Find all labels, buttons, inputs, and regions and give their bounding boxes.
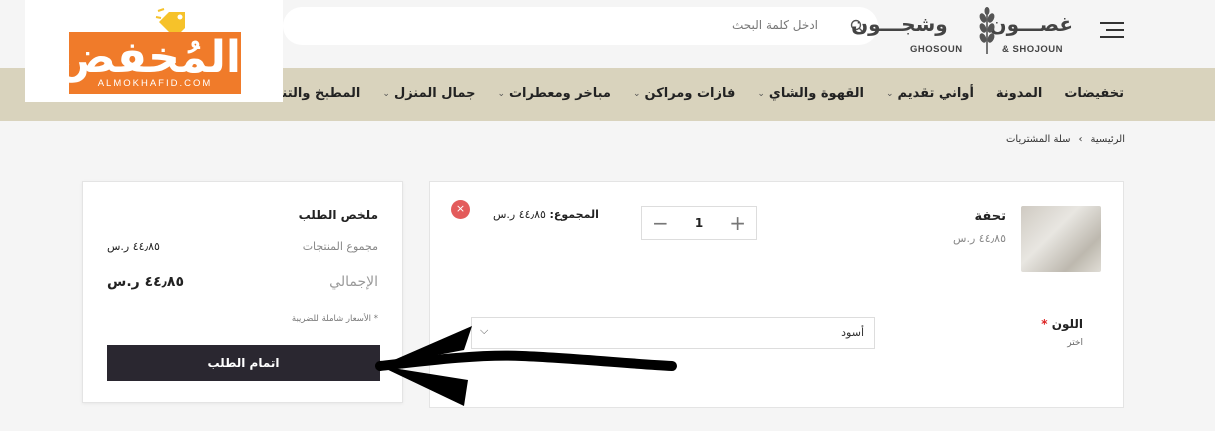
nav-item-label: تخفيضات bbox=[1064, 86, 1124, 101]
watermark-name: المُخفض bbox=[56, 32, 241, 83]
product-price: ٤٤٫٨٥ ر.س bbox=[953, 232, 1006, 245]
quantity-stepper[interactable]: − 1 + bbox=[641, 206, 757, 240]
search-placeholder: ادخل كلمة البحث bbox=[731, 18, 818, 32]
nav-item-6[interactable]: جمال المنزل ⌄ bbox=[382, 86, 475, 101]
order-summary: ملخص الطلب مجموع المنتجات ٤٤٫٨٥ ر.س الإج… bbox=[82, 181, 403, 403]
line-total-value: ٤٤٫٨٥ ر.س bbox=[493, 208, 546, 221]
total-value: ٤٤٫٨٥ ر.س bbox=[107, 274, 184, 290]
product-name[interactable]: تحفة bbox=[975, 209, 1007, 224]
subtotal-value: ٤٤٫٨٥ ر.س bbox=[107, 240, 160, 253]
nav-item-label: المدونة bbox=[995, 86, 1043, 101]
almokhafid-watermark-logo: المُخفض ALMOKHAFID.COM bbox=[25, 0, 283, 102]
chevron-down-icon: ⌄ bbox=[885, 88, 894, 99]
total-label: الإجمالي bbox=[329, 274, 378, 290]
watermark-tag: المُخفض ALMOKHAFID.COM bbox=[56, 32, 241, 94]
nav-item-label: أواني تقديم bbox=[897, 86, 974, 101]
subtotal-label: مجموع المنتجات bbox=[302, 240, 378, 253]
nav-item-2[interactable]: أواني تقديم ⌄ bbox=[886, 86, 974, 101]
chevron-down-icon: ⌄ bbox=[497, 88, 505, 99]
chevron-down-icon: ⌄ bbox=[382, 88, 390, 99]
brand-name-en-right: & SHOJOUN bbox=[1002, 44, 1063, 55]
chevron-down-icon: ⌄ bbox=[757, 88, 765, 99]
brand-name-en-left: GHOSOUN bbox=[910, 44, 963, 55]
nav-item-4[interactable]: فازات ومراكن ⌄ bbox=[633, 86, 735, 101]
summary-title: ملخص الطلب bbox=[298, 208, 378, 222]
breadcrumb-current: سلة المشتريات bbox=[1006, 134, 1071, 145]
nav-item-label: فازات ومراكن bbox=[644, 86, 736, 101]
color-option-label: اللون * bbox=[1041, 317, 1083, 331]
nav-item-label: مباخر ومعطرات bbox=[508, 86, 611, 101]
nav-item-3[interactable]: القهوة والشاي ⌄ bbox=[757, 86, 864, 101]
annotation-arrow bbox=[375, 326, 677, 406]
required-mark: * bbox=[1041, 317, 1048, 331]
increase-quantity-button[interactable]: + bbox=[729, 213, 746, 233]
checkout-button[interactable]: اتمام الطلب bbox=[107, 345, 380, 381]
nav-item-1[interactable]: المدونة bbox=[996, 86, 1042, 101]
color-option-sublabel: اختر bbox=[1067, 338, 1083, 348]
line-total-label: المجموع: bbox=[549, 208, 599, 221]
hamburger-menu-icon[interactable] bbox=[1100, 22, 1124, 38]
color-select-value: أسود bbox=[841, 326, 864, 339]
product-thumbnail[interactable] bbox=[1021, 206, 1101, 272]
brand-logo[interactable]: غصـــون وشجـــون GHOSOUN & SHOJOUN bbox=[851, 6, 1073, 58]
breadcrumb-separator: › bbox=[1078, 134, 1083, 145]
remove-item-button[interactable]: × bbox=[451, 200, 470, 219]
nav-item-label: جمال المنزل bbox=[393, 86, 476, 101]
breadcrumb-home[interactable]: الرئيسية bbox=[1091, 134, 1125, 145]
nav-item-5[interactable]: مباخر ومعطرات ⌄ bbox=[497, 86, 611, 101]
chevron-down-icon: ⌄ bbox=[632, 88, 641, 99]
breadcrumb: الرئيسية › سلة المشتريات bbox=[1006, 134, 1125, 145]
nav-item-0[interactable]: تخفيضات bbox=[1064, 86, 1124, 101]
wheat-icon bbox=[979, 7, 995, 54]
nav-item-label: القهوة والشاي bbox=[768, 86, 864, 101]
watermark-domain: ALMOKHAFID.COM bbox=[97, 78, 213, 89]
color-label-text: اللون bbox=[1051, 317, 1083, 331]
quantity-value[interactable]: 1 bbox=[695, 216, 703, 230]
search-input[interactable]: ادخل كلمة البحث bbox=[283, 7, 878, 45]
line-total: المجموع: ٤٤٫٨٥ ر.س bbox=[493, 208, 599, 221]
brand-name-ar: غصـــون وشجـــون bbox=[851, 12, 1073, 36]
tax-note: * الأسعار شاملة للضريبة bbox=[291, 314, 378, 324]
decrease-quantity-button[interactable]: − bbox=[652, 213, 669, 233]
